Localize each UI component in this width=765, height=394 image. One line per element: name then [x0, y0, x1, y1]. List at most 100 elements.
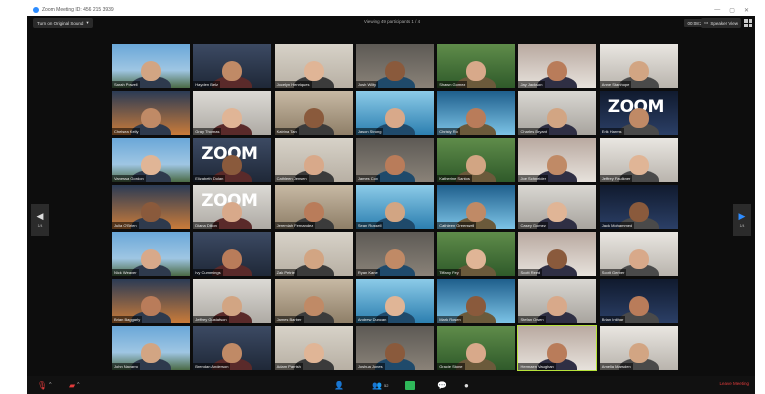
participants-button[interactable]: 👥 52: [372, 380, 388, 390]
participant-avatar: [222, 108, 243, 128]
participant-tile[interactable]: Jeffrey Faulkner: [599, 138, 678, 182]
mute-button[interactable]: 🎙 ^: [37, 380, 52, 390]
participant-avatar: [303, 249, 324, 269]
microphone-icon: 🎙: [37, 380, 48, 390]
participant-name: Chelsea Kelly: [112, 128, 141, 135]
participant-tile[interactable]: Gray Thomas: [193, 91, 272, 135]
prev-page-button[interactable]: ◀ 1/4: [31, 204, 49, 236]
participant-avatar: [628, 108, 649, 128]
participant-name: Stefan Owen: [518, 316, 546, 323]
participant-tile[interactable]: Ryan Kane: [355, 232, 434, 276]
participant-name: Charles Bryant: [518, 128, 549, 135]
participant-avatar: [384, 155, 405, 175]
participant-tile[interactable]: Jeremiah Fernandez: [274, 185, 353, 229]
participant-tile[interactable]: Shawn Gomez: [437, 44, 516, 88]
participant-tile[interactable]: Josh Wilty: [355, 44, 434, 88]
participant-tile[interactable]: Hermaen Vaughan: [517, 325, 598, 371]
minimize-icon[interactable]: —: [714, 7, 720, 14]
participant-tile[interactable]: Nick Weaver: [112, 232, 190, 276]
participant-tile[interactable]: Vanessa Gordon: [112, 138, 190, 182]
participant-tile[interactable]: Katrina Tan: [274, 91, 353, 135]
participant-tile[interactable]: Zak Petrie: [274, 232, 353, 276]
participant-tile[interactable]: Cathleen Jensen: [274, 138, 353, 182]
participant-avatar: [466, 155, 487, 175]
participant-tile[interactable]: Christy Ro: [437, 91, 516, 135]
participant-avatar: [628, 249, 649, 269]
participant-tile[interactable]: Scott Reed: [518, 232, 597, 276]
chat-button[interactable]: 💬: [437, 380, 447, 390]
participant-avatar: [303, 343, 324, 363]
participant-name: Brian Intihar: [599, 316, 626, 323]
original-sound-button[interactable]: Turn on Original Sound ▾: [33, 18, 93, 28]
participant-tile[interactable]: Ivy Cummings: [193, 232, 272, 276]
participant-tile[interactable]: Gracie Stone: [437, 326, 516, 370]
participant-tile[interactable]: Jason Strong: [355, 91, 434, 135]
participant-tile[interactable]: Hayden Belz: [193, 44, 272, 88]
participant-tile[interactable]: Andrew Duncan: [355, 279, 434, 323]
participant-tile[interactable]: Jack Mohammed: [599, 185, 678, 229]
participant-tile[interactable]: Brian Baggarly: [112, 279, 190, 323]
participant-tile[interactable]: Chelsea Kelly: [112, 91, 190, 135]
participant-tile[interactable]: Adam Parrish: [274, 326, 353, 370]
participant-tile[interactable]: Sarah Powell: [112, 44, 190, 88]
participant-avatar: [141, 155, 161, 175]
participant-name: Jocelyn Henriques: [274, 81, 312, 88]
participant-name: Katherine Santos: [437, 175, 472, 182]
chevron-up-icon[interactable]: ^: [77, 382, 79, 388]
participant-tile[interactable]: Tiffany Fey: [437, 232, 516, 276]
share-screen-button[interactable]: [405, 381, 415, 390]
participant-tile[interactable]: Brian Intihar: [599, 279, 678, 323]
participant-tile[interactable]: Katherine Santos: [437, 138, 516, 182]
participant-tile[interactable]: ZOOM Diana Dillon: [193, 185, 272, 229]
viewing-participants-label[interactable]: Viewing 49 participants 1 / 4: [327, 19, 457, 24]
participant-tile[interactable]: Sean Russell: [355, 185, 434, 229]
participant-avatar: [384, 202, 405, 222]
security-button[interactable]: 👤: [334, 380, 344, 390]
participant-tile[interactable]: James Barber: [274, 279, 353, 323]
participant-tile[interactable]: Scott Gerber: [599, 232, 678, 276]
participant-name: Ryan Kane: [355, 269, 380, 276]
participant-tile[interactable]: Jeffrey Gustafson: [193, 279, 272, 323]
chevron-up-icon[interactable]: ^: [49, 382, 51, 388]
participant-tile[interactable]: James Cox: [355, 138, 434, 182]
participant-tile[interactable]: ZOOM Elizabeth Dolan: [193, 138, 272, 182]
speaker-view-button[interactable]: ▭ Speaker View: [701, 18, 741, 28]
participant-tile[interactable]: Cathleen Greenwell: [437, 185, 516, 229]
participant-avatar: [547, 61, 568, 81]
next-page-button[interactable]: ▶ 1/4: [733, 204, 751, 236]
leave-meeting-button[interactable]: Leave Meeting: [719, 381, 749, 386]
close-icon[interactable]: ✕: [744, 7, 749, 14]
participant-tile[interactable]: Joe Schneider: [518, 138, 597, 182]
participant-tile[interactable]: Casey Gomez: [518, 185, 597, 229]
participant-name: Gray Thomas: [193, 128, 222, 135]
participant-tile[interactable]: Julia O'Brien: [112, 185, 190, 229]
fullscreen-icon[interactable]: [744, 19, 752, 27]
participant-avatar: [303, 202, 324, 222]
participant-avatar: [547, 296, 568, 316]
record-icon: ●: [464, 380, 469, 390]
participant-tile[interactable]: Stefan Owen: [518, 279, 597, 323]
arrow-left-icon: ◀: [36, 211, 44, 221]
participant-tile[interactable]: John Navarro: [112, 326, 190, 370]
record-button[interactable]: ●: [464, 380, 469, 390]
video-button[interactable]: ▰ ^: [69, 380, 80, 390]
participant-avatar: [628, 343, 649, 363]
participant-avatar: [466, 202, 487, 222]
participant-tile[interactable]: Joshua Jones: [355, 326, 434, 370]
participant-tile[interactable]: Jocelyn Henriques: [274, 44, 353, 88]
participant-tile[interactable]: Brendan Anderson: [193, 326, 272, 370]
participant-tile[interactable]: Jay Jackson: [518, 44, 597, 88]
participant-tile[interactable]: Amelia Marsden: [599, 326, 678, 370]
participant-avatar: [466, 249, 487, 269]
participant-tile[interactable]: ZOOM Erik Harms: [599, 91, 678, 135]
participant-name: Scott Gerber: [599, 269, 627, 276]
participant-name: Jeremiah Fernandez: [274, 222, 316, 229]
participant-tile[interactable]: Mark Rosen: [437, 279, 516, 323]
prev-page-label: 1/4: [37, 224, 43, 228]
participant-tile[interactable]: Charles Bryant: [518, 91, 597, 135]
participant-name: Scott Reed: [518, 269, 543, 276]
arrow-right-icon: ▶: [738, 211, 746, 221]
maximize-icon[interactable]: ▢: [729, 7, 735, 14]
participant-tile[interactable]: Anne Stanhope: [599, 44, 678, 88]
participant-avatar: [141, 108, 161, 128]
